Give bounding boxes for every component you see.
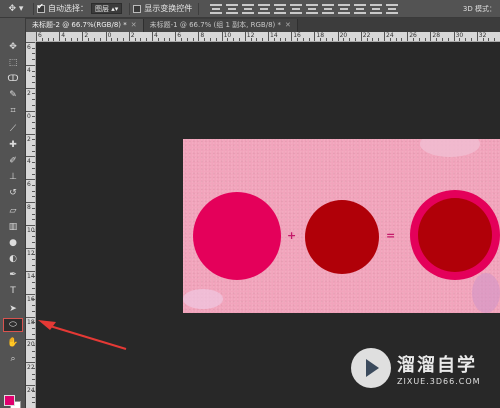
watermark: 溜溜自学 ZIXUE.3D66.COM [351, 343, 497, 393]
watermark-subtitle: ZIXUE.3D66.COM [397, 376, 481, 386]
watermark-text: 溜溜自学 ZIXUE.3D66.COM [397, 351, 481, 386]
photoshop-window: ✥ ▾ 自动选择： 图层 ▴▾ 显示变换控件 3D 模式： 未标题-2 @ 66… [0, 0, 500, 408]
arrow-head [38, 320, 56, 330]
play-logo-icon [351, 348, 391, 388]
foreground-color-swatch[interactable] [4, 395, 15, 406]
watermark-title: 溜溜自学 [397, 354, 477, 376]
arrow-shaft [49, 325, 127, 350]
